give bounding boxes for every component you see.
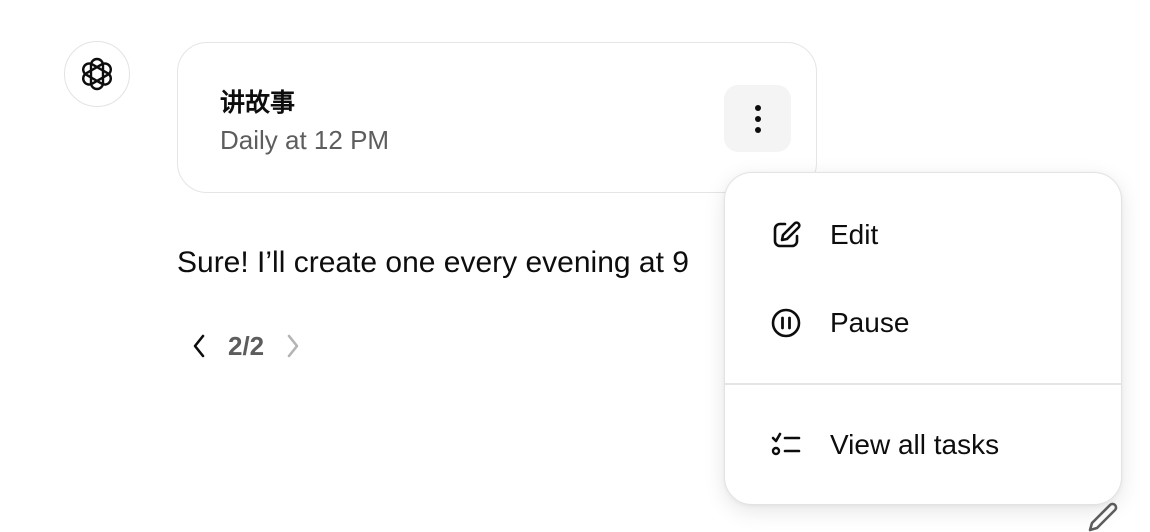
chat-page: 讲故事 Daily at 12 PM Sure! I’ll create one… (0, 0, 1150, 532)
task-options-menu: Edit Pause View all tasks (724, 172, 1122, 505)
chevron-left-icon (193, 334, 205, 358)
response-pager: 2/2 (184, 326, 308, 366)
pencil-icon[interactable] (1085, 500, 1121, 532)
scheduled-task-card[interactable]: 讲故事 Daily at 12 PM (177, 42, 817, 193)
vertical-dots-icon (754, 104, 761, 133)
menu-item-edit[interactable]: Edit (725, 200, 1121, 270)
next-response-button[interactable] (278, 326, 308, 366)
assistant-message: Sure! I’ll create one every evening at 9 (177, 246, 689, 279)
menu-item-label: Edit (830, 219, 879, 250)
menu-item-view-all-tasks[interactable]: View all tasks (725, 410, 1121, 480)
previous-response-button[interactable] (184, 326, 214, 366)
task-schedule: Daily at 12 PM (220, 125, 390, 155)
task-list-icon (768, 427, 804, 463)
edit-icon (768, 217, 804, 253)
menu-divider (725, 383, 1121, 385)
pause-icon (768, 305, 804, 341)
task-title: 讲故事 (220, 88, 296, 117)
chevron-right-icon (287, 334, 299, 358)
openai-logo-icon (82, 57, 112, 91)
menu-item-label: View all tasks (830, 429, 1000, 460)
response-count: 2/2 (228, 330, 265, 361)
menu-item-label: Pause (830, 307, 910, 338)
menu-item-pause[interactable]: Pause (725, 288, 1121, 358)
assistant-avatar (64, 41, 130, 107)
more-options-button[interactable] (724, 85, 791, 152)
